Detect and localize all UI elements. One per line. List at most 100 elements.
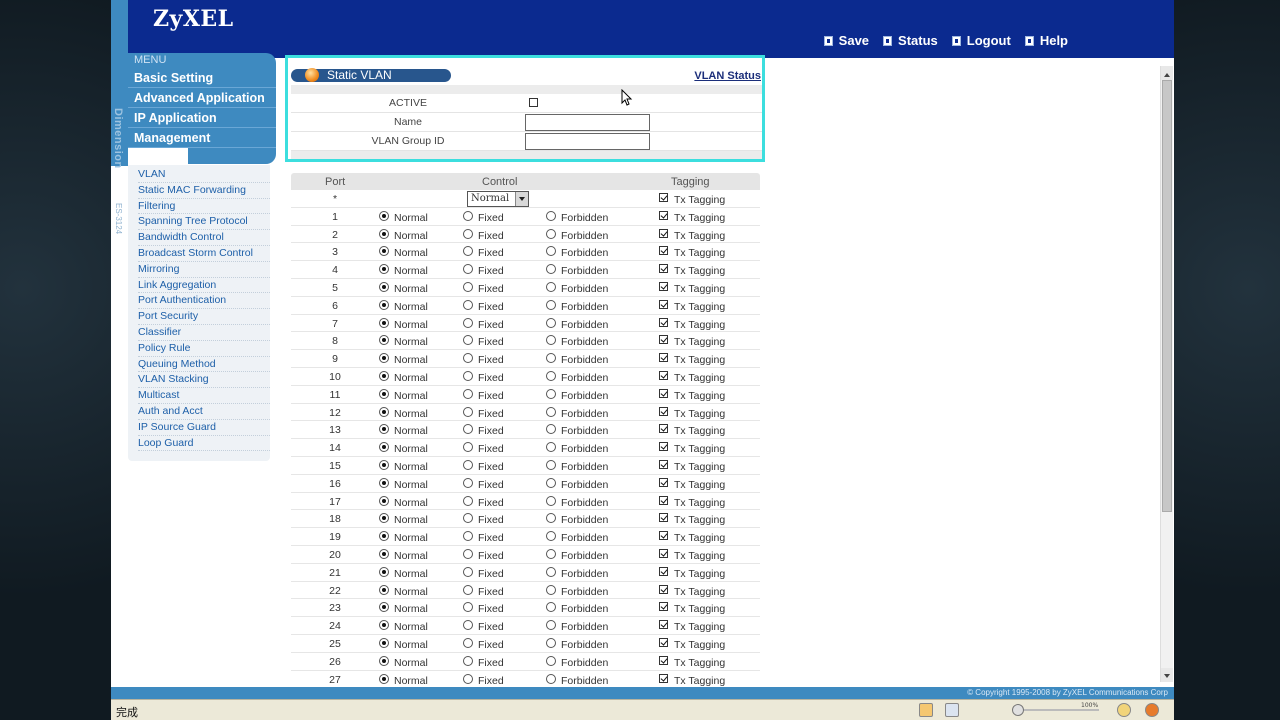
control-fixed-radio[interactable] — [463, 602, 473, 613]
submenu-vlan[interactable]: VLAN — [138, 167, 270, 183]
tx-tagging-checkbox[interactable] — [659, 281, 668, 291]
submenu-static-mac-forwarding[interactable]: Static MAC Forwarding — [138, 183, 270, 199]
name-input[interactable] — [525, 114, 650, 131]
control-normal-radio[interactable] — [379, 566, 389, 577]
tx-tagging-checkbox[interactable] — [659, 531, 668, 541]
menu-ip-application[interactable]: IP Application — [128, 108, 276, 128]
submenu-policy-rule[interactable]: Policy Rule — [138, 341, 270, 357]
zoom-knob[interactable] — [1012, 704, 1024, 716]
submenu-link-aggregation[interactable]: Link Aggregation — [138, 278, 270, 294]
menu-management[interactable]: Management — [128, 128, 276, 148]
control-forbidden-radio[interactable] — [546, 548, 556, 559]
control-fixed-radio[interactable] — [463, 513, 473, 524]
control-forbidden-radio[interactable] — [546, 602, 556, 613]
tx-tagging-checkbox[interactable] — [659, 406, 668, 416]
control-forbidden-radio[interactable] — [546, 566, 556, 577]
firefox-icon[interactable] — [1145, 703, 1159, 717]
control-normal-radio[interactable] — [379, 210, 389, 221]
control-forbidden-radio[interactable] — [546, 620, 556, 631]
tx-tagging-checkbox[interactable] — [659, 513, 668, 523]
control-fixed-radio[interactable] — [463, 655, 473, 666]
control-fixed-radio[interactable] — [463, 281, 473, 292]
scroll-down-icon[interactable] — [1161, 668, 1173, 682]
control-forbidden-radio[interactable] — [546, 477, 556, 488]
menu-basic-setting[interactable]: Basic Setting — [128, 68, 276, 88]
control-fixed-radio[interactable] — [463, 406, 473, 417]
control-fixed-radio[interactable] — [463, 442, 473, 453]
save-link[interactable]: Save — [823, 33, 869, 48]
control-fixed-radio[interactable] — [463, 317, 473, 328]
control-fixed-radio[interactable] — [463, 264, 473, 275]
tx-tagging-checkbox[interactable] — [659, 620, 668, 630]
tx-tagging-checkbox[interactable] — [659, 495, 668, 505]
control-forbidden-radio[interactable] — [546, 495, 556, 506]
tx-tagging-checkbox[interactable] — [659, 370, 668, 380]
submenu-vlan-stacking[interactable]: VLAN Stacking — [138, 372, 270, 389]
tx-tagging-checkbox[interactable] — [659, 477, 668, 487]
control-normal-radio[interactable] — [379, 637, 389, 648]
tx-tagging-checkbox[interactable] — [659, 317, 668, 327]
control-forbidden-radio[interactable] — [546, 353, 556, 364]
control-fixed-radio[interactable] — [463, 335, 473, 346]
tx-tagging-checkbox[interactable] — [659, 424, 668, 434]
control-fixed-radio[interactable] — [463, 673, 473, 684]
tx-tagging-checkbox[interactable] — [659, 673, 668, 683]
submenu-ip-source-guard[interactable]: IP Source Guard — [138, 420, 270, 436]
submenu-queuing-method[interactable]: Queuing Method — [138, 357, 270, 373]
control-forbidden-radio[interactable] — [546, 299, 556, 310]
control-normal-radio[interactable] — [379, 584, 389, 595]
control-normal-radio[interactable] — [379, 513, 389, 524]
control-fixed-radio[interactable] — [463, 495, 473, 506]
tx-tagging-checkbox[interactable] — [659, 264, 668, 274]
submenu-filtering[interactable]: Filtering — [138, 199, 270, 215]
control-fixed-radio[interactable] — [463, 424, 473, 435]
control-forbidden-radio[interactable] — [546, 673, 556, 684]
submenu-mirroring[interactable]: Mirroring — [138, 262, 270, 278]
control-forbidden-radio[interactable] — [546, 264, 556, 275]
control-forbidden-radio[interactable] — [546, 459, 556, 470]
control-fixed-radio[interactable] — [463, 459, 473, 470]
tx-tagging-checkbox[interactable] — [659, 655, 668, 665]
control-normal-radio[interactable] — [379, 673, 389, 684]
control-fixed-radio[interactable] — [463, 548, 473, 559]
control-forbidden-radio[interactable] — [546, 637, 556, 648]
tx-tagging-checkbox[interactable] — [659, 210, 668, 220]
tx-tagging-checkbox[interactable] — [659, 353, 668, 363]
control-normal-radio[interactable] — [379, 317, 389, 328]
control-fixed-radio[interactable] — [463, 477, 473, 488]
control-normal-radio[interactable] — [379, 299, 389, 310]
control-fixed-radio[interactable] — [463, 246, 473, 257]
control-forbidden-radio[interactable] — [546, 655, 556, 666]
control-normal-radio[interactable] — [379, 281, 389, 292]
control-normal-radio[interactable] — [379, 531, 389, 542]
control-fixed-radio[interactable] — [463, 531, 473, 542]
tx-tagging-checkbox[interactable] — [659, 335, 668, 345]
scroll-up-icon[interactable] — [1161, 66, 1173, 80]
control-normal-radio[interactable] — [379, 459, 389, 470]
control-normal-radio[interactable] — [379, 620, 389, 631]
submenu-auth-and-acct[interactable]: Auth and Acct — [138, 404, 270, 420]
control-fixed-radio[interactable] — [463, 210, 473, 221]
control-forbidden-radio[interactable] — [546, 531, 556, 542]
control-fixed-radio[interactable] — [463, 637, 473, 648]
control-forbidden-radio[interactable] — [546, 513, 556, 524]
control-forbidden-radio[interactable] — [546, 424, 556, 435]
control-normal-radio[interactable] — [379, 548, 389, 559]
control-normal-radio[interactable] — [379, 424, 389, 435]
control-fixed-radio[interactable] — [463, 299, 473, 310]
active-checkbox[interactable] — [529, 98, 538, 107]
control-normal-radio[interactable] — [379, 228, 389, 239]
control-fixed-radio[interactable] — [463, 370, 473, 381]
status-link[interactable]: Status — [883, 33, 938, 48]
control-normal-radio[interactable] — [379, 495, 389, 506]
control-fixed-radio[interactable] — [463, 620, 473, 631]
control-normal-radio[interactable] — [379, 602, 389, 613]
control-fixed-radio[interactable] — [463, 584, 473, 595]
control-forbidden-radio[interactable] — [546, 442, 556, 453]
scroll-thumb[interactable] — [1162, 80, 1172, 512]
submenu-port-authentication[interactable]: Port Authentication — [138, 293, 270, 310]
control-fixed-radio[interactable] — [463, 353, 473, 364]
wildcard-tx-checkbox[interactable] — [659, 193, 668, 202]
submenu-broadcast-storm[interactable]: Broadcast Storm Control — [138, 246, 270, 262]
tx-tagging-checkbox[interactable] — [659, 442, 668, 452]
